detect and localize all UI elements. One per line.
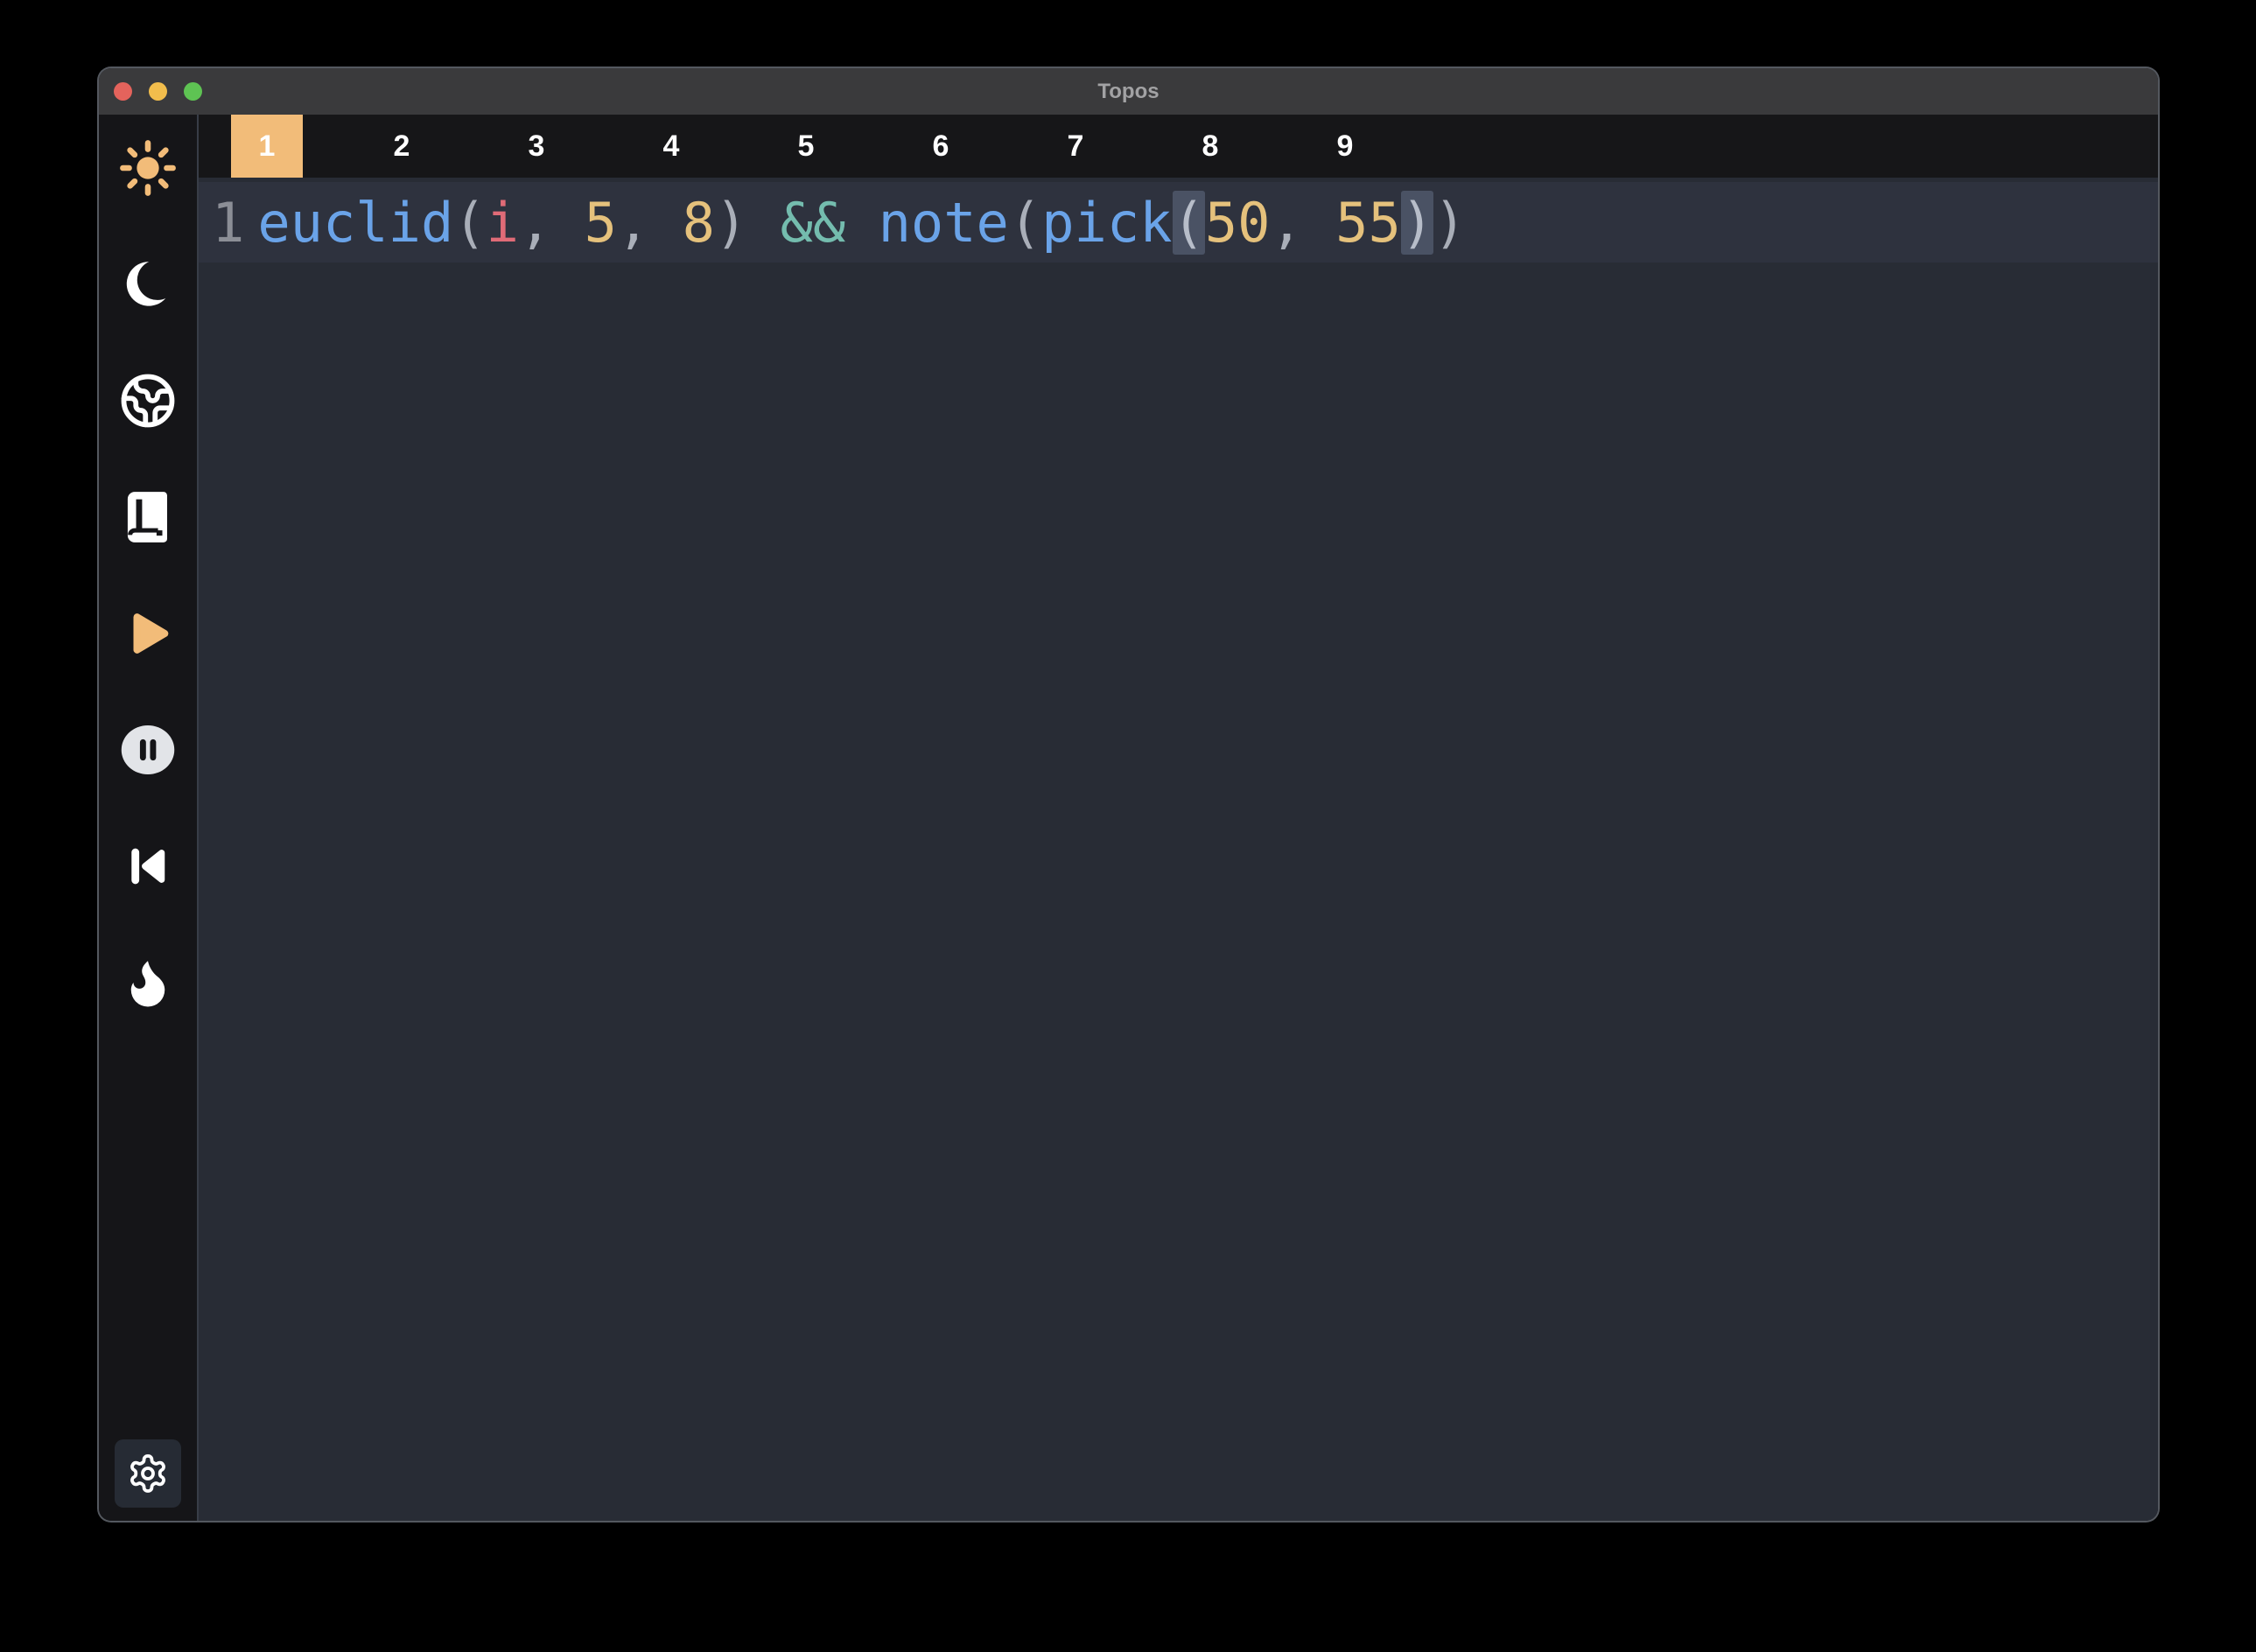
play-icon[interactable]	[119, 605, 177, 662]
tab-7[interactable]: 7	[1040, 115, 1111, 178]
code-token: ,	[617, 191, 683, 255]
tab-5[interactable]: 5	[770, 115, 842, 178]
settings-button[interactable]	[115, 1439, 181, 1508]
tab-6[interactable]: 6	[905, 115, 977, 178]
window-title: Topos	[99, 80, 2158, 104]
code-token: &&	[781, 191, 846, 255]
code-token: 5	[585, 191, 617, 255]
code-token: euclid	[257, 191, 453, 255]
gear-icon	[127, 1452, 169, 1494]
code-token: ,	[519, 191, 585, 255]
tab-8[interactable]: 8	[1174, 115, 1246, 178]
skip-back-icon[interactable]	[119, 837, 177, 895]
code-token: i	[487, 191, 519, 255]
sun-icon[interactable]	[119, 139, 177, 197]
title-bar[interactable]: Topos	[99, 68, 2158, 115]
code-token: ,	[1271, 191, 1336, 255]
tab-2[interactable]: 2	[366, 115, 438, 178]
code-token: )	[1433, 191, 1466, 255]
code-token: 55	[1335, 191, 1401, 255]
pattern-tab-bar: 123456789	[199, 115, 2158, 178]
code-token: (	[1173, 191, 1205, 255]
book-icon[interactable]	[119, 488, 177, 546]
line-number: 1	[199, 191, 244, 255]
code-token: (	[453, 191, 486, 255]
globe-icon[interactable]	[119, 372, 177, 430]
code-token	[845, 191, 878, 255]
code-token: )	[1401, 191, 1433, 255]
flame-icon[interactable]	[119, 954, 177, 1012]
code-token: 8	[683, 191, 715, 255]
code-editor[interactable]: 1 euclid(i, 5, 8) && note(pick(50, 55))	[199, 178, 2158, 1521]
desktop: Topos	[0, 0, 2256, 1652]
code-token: 50	[1205, 191, 1271, 255]
tab-1[interactable]: 1	[231, 115, 303, 178]
code-text: euclid(i, 5, 8) && note(pick(50, 55))	[257, 191, 1466, 255]
tab-4[interactable]: 4	[635, 115, 707, 178]
code-token: )	[715, 191, 781, 255]
code-token: note	[879, 191, 1009, 255]
code-token: (	[1009, 191, 1041, 255]
pause-icon[interactable]	[119, 721, 177, 779]
app-window: Topos	[99, 68, 2158, 1521]
active-code-line[interactable]: 1 euclid(i, 5, 8) && note(pick(50, 55))	[199, 182, 2158, 262]
moon-icon[interactable]	[119, 256, 177, 313]
main-panel: 123456789 1 euclid(i, 5, 8) && note(pick…	[197, 115, 2158, 1521]
tab-3[interactable]: 3	[501, 115, 572, 178]
sidebar	[99, 115, 197, 1521]
tab-9[interactable]: 9	[1309, 115, 1381, 178]
code-token: pick	[1041, 191, 1172, 255]
